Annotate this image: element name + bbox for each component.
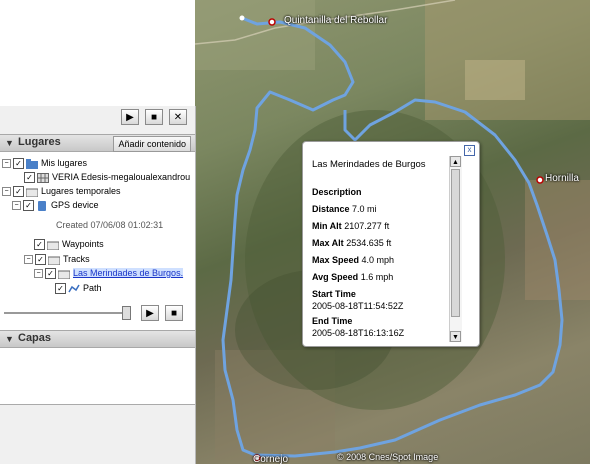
tree-item-mis-lugares[interactable]: − ✓ Mis lugares [2,156,87,170]
folder-icon [26,188,38,197]
checkbox[interactable]: ✓ [23,200,34,212]
tree-item-label: GPS device [51,200,99,210]
play-button[interactable]: ▶ [141,305,159,321]
balloon-title: Las Merindades de Burgos [312,159,426,170]
checkbox[interactable]: ✓ [35,254,46,266]
tree-item-path[interactable]: ✓ Path [55,281,102,295]
close-icon: ✕ [173,112,183,123]
tree-item-track[interactable]: − ✓ Las Merindades de Burgos. [34,266,184,280]
balloon-scrollbar[interactable]: ▲ ▼ [449,156,462,342]
stop-tour-button[interactable]: ■ [145,109,163,125]
checkbox[interactable]: ✓ [55,283,66,295]
sidebar-panel: ▶ ■ ✕ ▼ Lugares Añadir contenido − ✓ Mis l… [0,106,196,464]
close-panel-button[interactable]: ✕ [169,109,187,125]
max-alt-value: 2534.635 ft [346,238,392,248]
places-folder-icon [26,158,38,169]
max-speed-label: Max Speed [312,255,360,265]
gps-icon [38,200,46,211]
tree-item-label: Mis lugares [41,158,88,168]
stop-button[interactable]: ■ [165,305,183,321]
collapse-triangle-icon: ▼ [5,138,14,148]
min-alt-value: 2107.277 ft [344,221,390,231]
stop-icon: ■ [150,112,158,123]
place-label-hornilla[interactable]: Hornilla [545,173,579,184]
tour-slider-track[interactable] [4,312,129,314]
created-timestamp: Created 07/06/08 01:02:31 [56,220,164,230]
add-content-button[interactable]: Añadir contenido [113,136,191,152]
max-speed-value: 4.0 mph [361,255,395,265]
distance-label: Distance [312,204,350,214]
tree-item-tracks[interactable]: − ✓ Tracks [24,252,90,266]
grid-overlay-icon [37,172,49,183]
scroll-down-arrow-icon[interactable]: ▼ [450,331,461,342]
copyright-text: © 2008 Cnes/Spot Image [337,452,439,462]
tree-item-gps-device[interactable]: − ✓ GPS device [12,198,99,212]
scroll-up-arrow-icon[interactable]: ▲ [450,156,461,167]
distance-value: 7.0 mi [352,204,377,214]
tree-item-label: VERIA Edesis-megaloualexandrou [52,172,191,182]
collapse-icon[interactable]: − [12,201,21,211]
avg-speed-label: Avg Speed [312,272,359,282]
checkbox[interactable]: ✓ [45,268,56,280]
stop-icon: ■ [170,308,178,319]
tree-item-waypoints[interactable]: ✓ Waypoints [34,237,104,251]
track-link[interactable]: Las Merindades de Burgos. [73,268,184,278]
max-alt-label: Max Alt [312,238,344,248]
places-tree: − ✓ Mis lugares ✓ VERIA Edesis-megaloualexa… [0,152,195,405]
info-balloon: x Las Merindades de Burgos Description D… [302,141,480,347]
path-icon [68,284,80,293]
capas-header[interactable]: ▼ Capas [0,330,195,348]
scroll-thumb[interactable] [451,169,460,317]
play-icon: ▶ [146,308,154,319]
lugares-header[interactable]: ▼ Lugares Añadir contenido [0,134,195,152]
avg-speed-value: 1.6 mph [360,272,394,282]
place-label-quintanilla[interactable]: Quintanilla del Rebollar [284,15,387,26]
tree-item-label: Tracks [63,254,90,264]
tree-item-label: Waypoints [62,239,104,249]
play-icon: ▶ [126,112,134,123]
play-tour-button[interactable]: ▶ [121,109,139,125]
folder-icon [48,256,60,265]
tour-slider-handle[interactable] [122,306,131,320]
collapse-icon[interactable]: − [34,269,43,279]
collapse-icon[interactable]: − [24,255,33,265]
tree-item-label: Path [83,283,102,293]
collapse-icon[interactable]: − [2,187,11,197]
min-alt-label: Min Alt [312,221,342,231]
checkbox[interactable]: ✓ [34,239,45,251]
place-label-cornejo[interactable]: Cornejo [253,454,288,464]
checkbox[interactable]: ✓ [13,158,24,170]
collapse-icon[interactable]: − [2,159,11,169]
folder-icon [47,241,59,250]
collapse-triangle-icon: ▼ [5,334,14,344]
capas-title: Capas [18,332,52,344]
close-icon[interactable]: x [464,145,475,156]
start-time-label: Start Time [312,289,356,299]
checkbox[interactable]: ✓ [13,186,24,198]
folder-icon [58,270,70,279]
start-time-value: 2005-08-18T11:54:52Z [312,301,404,311]
lugares-title: Lugares [18,136,61,148]
end-time-value: 2005-08-18T16:13:16Z [312,328,405,338]
tree-item-lugares-temporales[interactable]: − ✓ Lugares temporales [2,184,121,198]
description-label: Description [312,187,362,197]
end-time-label: End Time [312,316,353,326]
checkbox[interactable]: ✓ [24,172,35,184]
tree-item-veria[interactable]: ✓ VERIA Edesis-megaloualexandrou [24,170,190,184]
tree-item-label: Lugares temporales [41,186,121,196]
